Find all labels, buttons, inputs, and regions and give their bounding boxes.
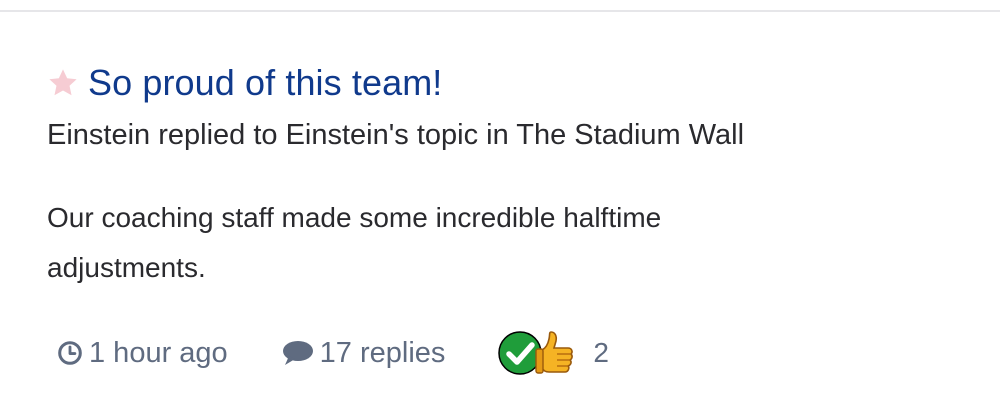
clock-icon	[57, 340, 83, 366]
comment-icon	[280, 339, 314, 367]
replies-link[interactable]: 17 replies	[280, 336, 446, 370]
thumbs-up-icon	[535, 330, 575, 384]
title-row: So proud of this team!	[47, 58, 967, 108]
activity-page: So proud of this team! Einstein replied …	[0, 0, 1000, 402]
post-excerpt: Our coaching staff made some incredible …	[47, 202, 662, 283]
replies-label: 17 replies	[319, 336, 446, 369]
post-meta: 1 hour ago 17 replies 2	[57, 330, 609, 376]
reaction-icons	[497, 330, 579, 376]
reaction-count: 2	[593, 337, 609, 368]
reactions-summary[interactable]: 2	[497, 330, 609, 376]
post-time-label: 1 hour ago	[89, 336, 228, 369]
star-icon	[47, 67, 79, 99]
top-divider	[0, 10, 1000, 12]
activity-item: So proud of this team! Einstein replied …	[47, 58, 967, 293]
activity-summary: Einstein replied to Einstein's topic in …	[47, 119, 745, 151]
post-time[interactable]: 1 hour ago	[57, 337, 228, 370]
post-title-link[interactable]: So proud of this team!	[88, 62, 442, 104]
